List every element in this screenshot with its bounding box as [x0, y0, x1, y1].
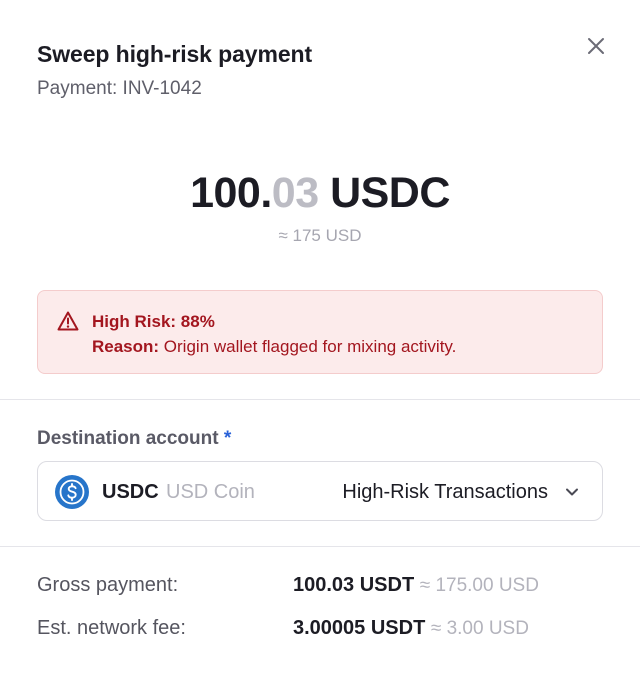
risk-text: High Risk: 88% Reason: Origin wallet fla…	[92, 309, 456, 359]
coin-symbol: USDC	[102, 481, 159, 503]
summary-row-fee: Est. network fee: 3.00005 USDT ≈ 3.00 US…	[37, 613, 603, 643]
dialog-title: Sweep high-risk payment	[37, 41, 313, 67]
destination-account-select[interactable]: USDC USD Coin High-Risk Transactions	[37, 461, 603, 521]
required-marker: *	[218, 428, 232, 449]
gross-payment-value: 100.03 USDT ≈ 175.00 USD	[293, 570, 539, 601]
chevron-down-icon	[566, 488, 578, 496]
destination-label: Destination account *	[37, 426, 231, 452]
section-divider	[0, 546, 640, 547]
amount-usd-equivalent: ≈ 175 USD	[278, 226, 362, 245]
dialog-header: Sweep high-risk payment Payment: INV-104…	[37, 38, 580, 102]
risk-reason-label: Reason:	[92, 337, 160, 356]
usdc-coin-icon	[55, 475, 89, 509]
network-fee-value: 3.00005 USDT ≈ 3.00 USD	[293, 613, 529, 644]
selected-account: High-Risk Transactions	[342, 481, 548, 503]
close-icon	[588, 38, 604, 54]
amount-currency: USDC	[318, 169, 450, 217]
risk-reason: Reason: Origin wallet flagged for mixing…	[92, 334, 456, 359]
network-fee-usd: ≈ 3.00 USD	[430, 618, 529, 639]
risk-alert: High Risk: 88% Reason: Origin wallet fla…	[37, 290, 603, 374]
sweep-payment-dialog: Sweep high-risk payment Payment: INV-104…	[0, 0, 640, 679]
payment-reference: Payment: INV-1042	[37, 78, 202, 99]
summary-row-gross: Gross payment: 100.03 USDT ≈ 175.00 USD	[37, 570, 603, 600]
amount-block: 100.03 USDC ≈ 175 USD	[0, 166, 640, 248]
gross-payment-label: Gross payment:	[37, 574, 179, 596]
network-fee-amount: 3.00005 USDT	[293, 617, 426, 639]
gross-payment-usd: ≈ 175.00 USD	[419, 575, 539, 596]
risk-reason-text: Origin wallet flagged for mixing activit…	[159, 337, 457, 356]
network-fee-label: Est. network fee:	[37, 617, 186, 639]
warning-triangle-icon	[57, 311, 79, 331]
gross-payment-amount: 100.03 USDT	[293, 574, 415, 596]
amount-decimals: 03	[271, 169, 319, 217]
destination-label-text: Destination account	[37, 428, 219, 449]
payment-amount: 100.03 USDC	[0, 166, 640, 220]
risk-score: High Risk: 88%	[92, 312, 215, 331]
coin-name: USD Coin	[166, 481, 255, 503]
section-divider	[0, 399, 640, 400]
close-button[interactable]	[582, 32, 610, 60]
amount-integer: 100.	[190, 169, 272, 217]
